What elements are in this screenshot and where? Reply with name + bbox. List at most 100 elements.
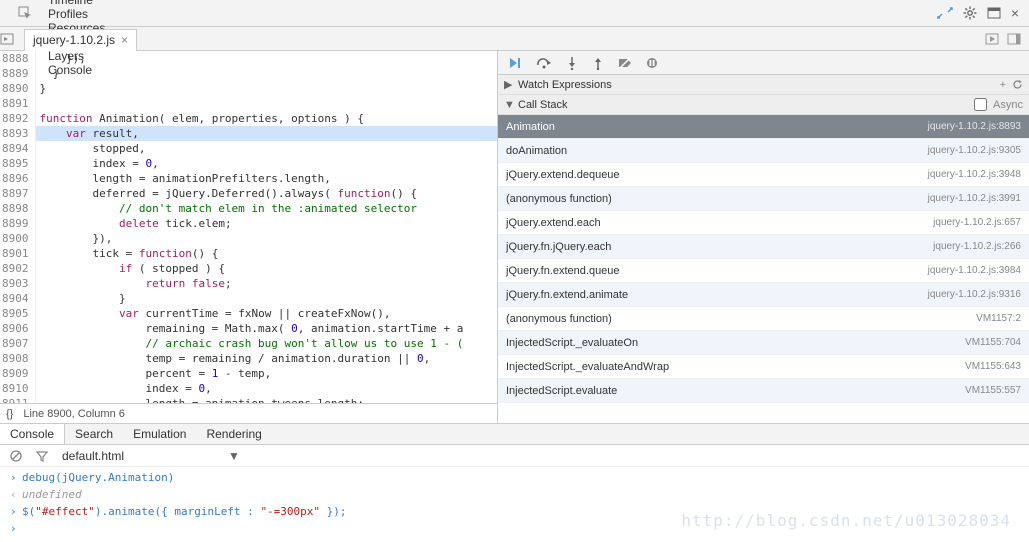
context-selector[interactable]: default.html <box>62 449 124 463</box>
callstack-fn: Animation <box>506 121 928 133</box>
callstack-label: Call Stack <box>518 99 568 111</box>
close-file-icon[interactable]: × <box>121 33 128 47</box>
callstack-loc: VM1155:643 <box>965 361 1021 372</box>
deactivate-breakpoints-icon[interactable] <box>618 57 632 69</box>
watch-expressions-header[interactable]: ▶ Watch Expressions + <box>498 75 1029 95</box>
drawer-tab-emulation[interactable]: Emulation <box>123 424 196 444</box>
clear-console-icon[interactable] <box>10 450 22 462</box>
code-line[interactable]: } <box>36 81 498 96</box>
console-body[interactable]: ›debug(jQuery.Animation)‹undefined›$("#e… <box>0 467 1029 539</box>
callstack-row[interactable]: InjectedScript._evaluateAndWrapVM1155:64… <box>498 355 1029 379</box>
code-line[interactable]: remaining = Math.max( 0, animation.start… <box>36 321 498 336</box>
code-line[interactable]: temp = remaining / animation.duration ||… <box>36 351 498 366</box>
code-line[interactable]: length = animation.tweens.length; <box>36 396 498 403</box>
navigator-toggle-icon[interactable] <box>0 33 24 45</box>
console-line: ›debug(jQuery.Animation) <box>0 469 1029 486</box>
callstack-row[interactable]: jQuery.fn.extend.animatejquery-1.10.2.js… <box>498 283 1029 307</box>
callstack-fn: jQuery.extend.dequeue <box>506 169 928 181</box>
callstack-row[interactable]: jQuery.fn.extend.queuejquery-1.10.2.js:3… <box>498 259 1029 283</box>
code-pane: 8888888988908891889288938894889588968897… <box>0 51 498 423</box>
console-line: ‹undefined <box>0 486 1029 503</box>
callstack-row[interactable]: jQuery.extend.eachjquery-1.10.2.js:657 <box>498 211 1029 235</box>
step-over-icon[interactable] <box>536 57 552 69</box>
callstack-row[interactable]: jQuery.extend.dequeuejquery-1.10.2.js:39… <box>498 163 1029 187</box>
callstack-loc: jquery-1.10.2.js:3991 <box>928 193 1021 204</box>
code-line[interactable]: var result, <box>36 126 498 141</box>
drawer-tab-rendering[interactable]: Rendering <box>196 424 271 444</box>
code-line[interactable]: } <box>36 291 498 306</box>
code-line[interactable]: length = animationPrefilters.length, <box>36 171 498 186</box>
callstack-loc: jquery-1.10.2.js:9316 <box>928 289 1021 300</box>
code-line[interactable]: tick = function() { <box>36 246 498 261</box>
drawer-tabs: ConsoleSearchEmulationRendering <box>0 423 1029 445</box>
code-line[interactable]: index = 0, <box>36 156 498 171</box>
sidebar-toggle-icon[interactable] <box>1007 33 1021 45</box>
callstack-loc: VM1155:557 <box>965 385 1021 396</box>
callstack-fn: InjectedScript.evaluate <box>506 385 965 397</box>
callstack-row[interactable]: InjectedScript._evaluateOnVM1155:704 <box>498 331 1029 355</box>
file-tab[interactable]: jquery-1.10.2.js × <box>24 29 137 51</box>
braces-icon[interactable]: {} <box>6 408 13 420</box>
filter-icon[interactable] <box>36 450 48 462</box>
code-line[interactable]: var currentTime = fxNow || createFxNow()… <box>36 306 498 321</box>
callstack-row[interactable]: doAnimationjquery-1.10.2.js:9305 <box>498 139 1029 163</box>
drawer-toggle-icon[interactable] <box>937 7 953 19</box>
callstack-loc: jquery-1.10.2.js:3948 <box>928 169 1021 180</box>
callstack-fn: (anonymous function) <box>506 193 928 205</box>
file-bar: jquery-1.10.2.js × <box>0 27 1029 51</box>
dock-icon[interactable] <box>987 7 1001 19</box>
settings-gear-icon[interactable] <box>963 6 977 20</box>
drawer-tab-search[interactable]: Search <box>65 424 123 444</box>
main-tab-profiles[interactable]: Profiles <box>38 7 115 21</box>
code-line[interactable]: // archaic crash bug won't allow us to u… <box>36 336 498 351</box>
callstack-row[interactable]: (anonymous function)VM1157:2 <box>498 307 1029 331</box>
code-line[interactable]: delete tick.elem; <box>36 216 498 231</box>
async-label: Async <box>993 99 1023 111</box>
code-line[interactable]: }), <box>36 231 498 246</box>
pause-on-exceptions-icon[interactable] <box>646 57 658 69</box>
code-line[interactable]: } <box>36 66 498 81</box>
code-line[interactable]: stopped, <box>36 141 498 156</box>
callstack-loc: jquery-1.10.2.js:3984 <box>928 265 1021 276</box>
step-out-icon[interactable] <box>592 56 604 70</box>
callstack-row[interactable]: Animationjquery-1.10.2.js:8893 <box>498 115 1029 139</box>
code-line[interactable]: index = 0, <box>36 381 498 396</box>
code-line[interactable]: deferred = jQuery.Deferred().always( fun… <box>36 186 498 201</box>
callstack-row[interactable]: (anonymous function)jquery-1.10.2.js:399… <box>498 187 1029 211</box>
refresh-watch-icon[interactable] <box>1012 79 1023 90</box>
callstack-fn: (anonymous function) <box>506 313 976 325</box>
code-line[interactable]: }); <box>36 51 498 66</box>
add-watch-icon[interactable]: + <box>1000 79 1006 91</box>
callstack-fn: jQuery.fn.extend.queue <box>506 265 928 277</box>
callstack-loc: jquery-1.10.2.js:8893 <box>928 121 1021 132</box>
callstack-fn: jQuery.extend.each <box>506 217 933 229</box>
code-line[interactable] <box>36 96 498 111</box>
inspect-icon[interactable] <box>0 6 38 20</box>
console-line: › <box>0 520 1029 537</box>
code-line[interactable]: if ( stopped ) { <box>36 261 498 276</box>
context-dropdown-icon[interactable]: ▼ <box>228 449 240 463</box>
close-devtools-icon[interactable]: × <box>1011 5 1019 21</box>
code-editor[interactable]: 8888888988908891889288938894889588968897… <box>0 51 497 403</box>
file-tab-name: jquery-1.10.2.js <box>33 33 115 47</box>
watch-label: Watch Expressions <box>518 79 612 91</box>
cursor-position: Line 8900, Column 6 <box>23 408 125 420</box>
async-checkbox[interactable] <box>974 98 987 111</box>
step-into-icon[interactable] <box>566 56 578 70</box>
code-line[interactable]: percent = 1 - temp, <box>36 366 498 381</box>
callstack-fn: jQuery.fn.extend.animate <box>506 289 928 301</box>
code-line[interactable]: return false; <box>36 276 498 291</box>
callstack-fn: InjectedScript._evaluateAndWrap <box>506 361 965 373</box>
resume-icon[interactable] <box>508 57 522 69</box>
callstack-row[interactable]: InjectedScript.evaluateVM1155:557 <box>498 379 1029 403</box>
pretty-print-icon[interactable] <box>985 33 999 45</box>
collapse-arrow-icon: ▼ <box>504 99 514 111</box>
call-stack-header[interactable]: ▼ Call Stack Async <box>498 95 1029 115</box>
code-line[interactable]: function Animation( elem, properties, op… <box>36 111 498 126</box>
console-toolbar: default.html ▼ <box>0 445 1029 467</box>
expand-arrow-icon: ▶ <box>504 78 514 91</box>
callstack-row[interactable]: jQuery.fn.jQuery.eachjquery-1.10.2.js:26… <box>498 235 1029 259</box>
callstack-fn: InjectedScript._evaluateOn <box>506 337 965 349</box>
code-line[interactable]: // don't match elem in the :animated sel… <box>36 201 498 216</box>
drawer-tab-console[interactable]: Console <box>0 424 65 444</box>
